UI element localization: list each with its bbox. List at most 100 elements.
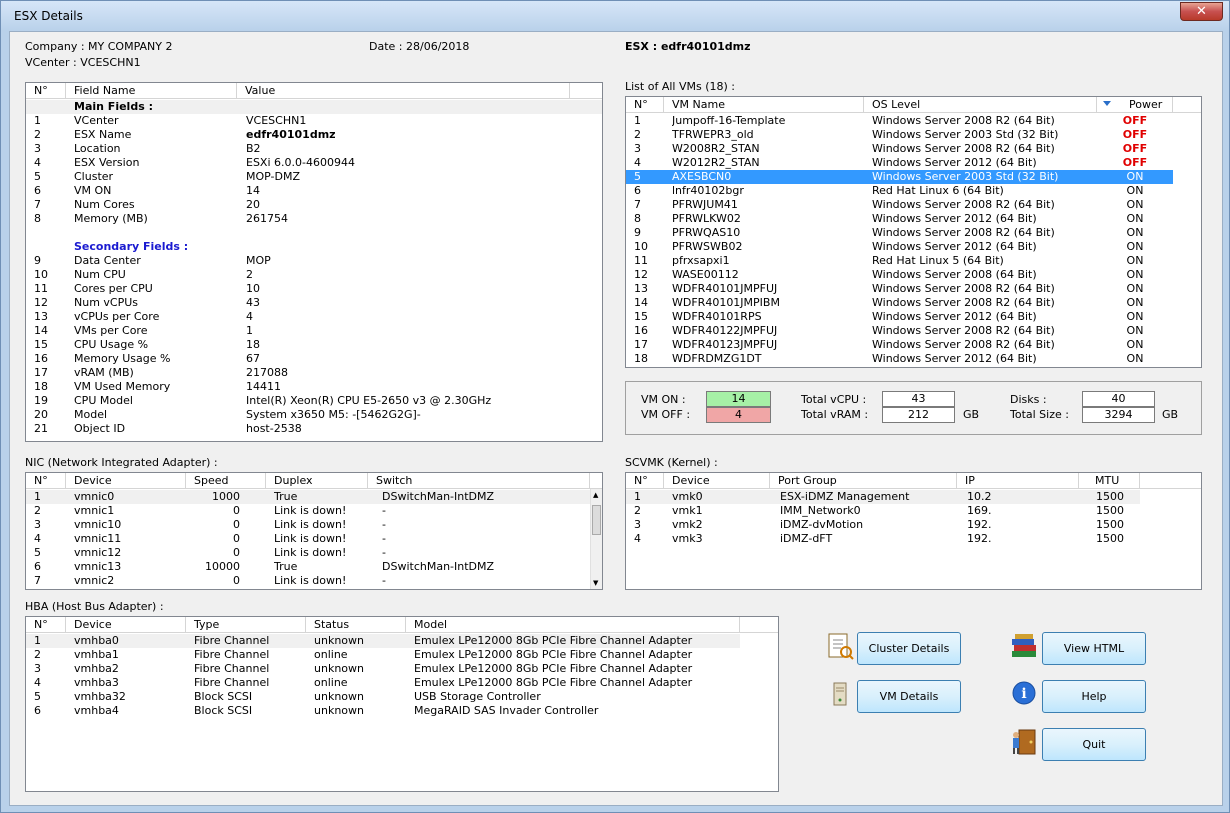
table-row[interactable]: 5 Cluster MOP-DMZ (26, 170, 602, 184)
table-row[interactable]: 2 vmk1 IMM_Network0 169. 1500 (626, 504, 1140, 518)
table-row[interactable]: 1 Jumpoff-16-Template Windows Server 2008 … (626, 114, 1173, 128)
section-header-row[interactable]: Main Fields : (26, 100, 602, 114)
cluster-details-button[interactable]: Cluster Details (857, 632, 961, 665)
table-row[interactable]: 9 PFRWQAS10 Windows Server 2008 R2 (64 Bit… (626, 226, 1173, 240)
column-header[interactable]: N° (626, 97, 664, 113)
table-row[interactable]: 7 PFRWJUM41 Windows Server 2008 R2 (64 Bit… (626, 198, 1173, 212)
close-button[interactable]: ✕ (1180, 2, 1223, 21)
column-header[interactable]: Model (406, 617, 740, 633)
column-header[interactable]: Port Group (770, 473, 957, 489)
table-row[interactable]: 13 vCPUs per Core 4 (26, 310, 602, 324)
table-row[interactable]: 6 vmhba4 Block SCSI unknown MegaRAID SAS Inv… (26, 704, 740, 718)
table-row[interactable]: 7 vmnic2 0 Link is down! - (26, 574, 590, 588)
table-row[interactable]: 5 vmhba32 Block SCSI unknown USB Storage Con… (26, 690, 740, 704)
column-header[interactable]: N° (26, 617, 66, 633)
scroll-down-icon[interactable]: ▼ (593, 579, 598, 587)
table-cell: vRAM (MB) (74, 366, 134, 379)
view-html-button[interactable]: View HTML (1042, 632, 1146, 665)
table-row[interactable]: 3 vmnic10 0 Link is down! - (26, 518, 590, 532)
column-header[interactable]: Status (306, 617, 406, 633)
table-row[interactable]: 4 vmk3 iDMZ-dFT 192. 1500 (626, 532, 1140, 546)
table-row[interactable]: 6 VM ON 14 (26, 184, 602, 198)
table-row[interactable]: 4 ESX Version ESXi 6.0.0-4600944 (26, 156, 602, 170)
table-cell: 9 (34, 254, 41, 267)
column-header[interactable]: Device (664, 473, 770, 489)
column-header[interactable]: Speed (186, 473, 266, 489)
nic-grid[interactable]: N° Device Speed Duplex Switch 1 vmnic0 100… (25, 472, 603, 590)
column-header[interactable]: Device (66, 617, 186, 633)
table-row[interactable]: 11 pfrxsapxi1 Red Hat Linux 5 (64 Bit) ON (626, 254, 1173, 268)
table-row[interactable]: 3 vmhba2 Fibre Channel unknown Emulex LPe120… (26, 662, 740, 676)
scroll-up-icon[interactable]: ▲ (593, 491, 598, 499)
vm-details-button[interactable]: VM Details (857, 680, 961, 713)
scroll-thumb[interactable] (592, 505, 601, 535)
column-header[interactable]: OS Level (864, 97, 1097, 113)
scvmk-grid[interactable]: N° Device Port Group IP MTU 1 vmk0 ESX-iDM… (625, 472, 1202, 590)
column-header[interactable]: Type (186, 617, 306, 633)
table-row[interactable]: 8 Memory (MB) 261754 (26, 212, 602, 226)
table-row[interactable]: 3 W2008R2_STAN Windows Server 2008 R2 (64 … (626, 142, 1173, 156)
column-header[interactable]: Switch (368, 473, 590, 489)
table-row[interactable]: 1 vmk0 ESX-iDMZ Management 10.2 1500 (626, 490, 1140, 504)
table-row[interactable]: 4 vmnic11 0 Link is down! - (26, 532, 590, 546)
table-row[interactable]: 12 WASE00112 Windows Server 2008 (64 Bit) O… (626, 268, 1173, 282)
table-row[interactable]: 18 VM Used Memory 14411 (26, 380, 602, 394)
column-header[interactable]: Field Name (66, 83, 237, 99)
table-row[interactable]: 10 Num CPU 2 (26, 268, 602, 282)
table-row[interactable]: 20 Model System x3650 M5: -[5462G2G]- (26, 408, 602, 422)
table-row[interactable]: 14 VMs per Core 1 (26, 324, 602, 338)
fields-grid[interactable]: N° Field Name Value Main Fields : 1 VCente… (25, 82, 603, 442)
table-row[interactable]: 1 vmnic0 1000 True DSwitchMan-IntDMZ (26, 490, 590, 504)
table-row[interactable]: 3 Location B2 (26, 142, 602, 156)
table-row[interactable]: 11 Cores per CPU 10 (26, 282, 602, 296)
column-header[interactable]: VM Name (664, 97, 864, 113)
table-row[interactable]: 7 Num Cores 20 (26, 198, 602, 212)
section-header-row[interactable]: Secondary Fields : (26, 240, 602, 254)
table-row[interactable]: 2 vmnic1 0 Link is down! - (26, 504, 590, 518)
column-header[interactable]: IP (957, 473, 1079, 489)
quit-button[interactable]: Quit (1042, 728, 1146, 761)
column-header[interactable]: MTU (1079, 473, 1140, 489)
table-row[interactable]: 15 WDFR40101RPS Windows Server 2012 (64 Bi… (626, 310, 1173, 324)
table-row[interactable]: 2 TFRWEPR3_old Windows Server 2003 Std (32… (626, 128, 1173, 142)
table-row[interactable]: 3 vmk2 iDMZ-dvMotion 192. 1500 (626, 518, 1140, 532)
table-row[interactable]: 6 lnfr40102bgr Red Hat Linux 6 (64 Bit) ON (626, 184, 1173, 198)
table-row[interactable]: 8 PFRWLKW02 Windows Server 2012 (64 Bit) ON (626, 212, 1173, 226)
column-header[interactable]: Value (237, 83, 570, 99)
table-row[interactable]: 15 CPU Usage % 18 (26, 338, 602, 352)
nic-scrollbar[interactable]: ▲ ▼ (590, 489, 602, 589)
table-row[interactable]: 17 WDFR40123JMPFUJ Windows Server 2008 R2 … (626, 338, 1173, 352)
table-row[interactable]: 10 PFRWSWB02 Windows Server 2012 (64 Bit) O… (626, 240, 1173, 254)
column-header[interactable]: Device (66, 473, 186, 489)
vm-list-grid[interactable]: N° VM Name OS Level Power 1 Jumpoff-16-Te… (625, 96, 1202, 368)
column-header[interactable]: N° (26, 473, 66, 489)
hba-grid[interactable]: N° Device Type Status Model 1 vmhba0 Fibre… (25, 616, 779, 792)
table-row[interactable]: 6 vmnic13 10000 True DSwitchMan-IntDMZ (26, 560, 590, 574)
table-row[interactable]: 2 vmhba1 Fibre Channel online Emulex LPe1200… (26, 648, 740, 662)
table-row[interactable]: 5 AXESBCN0 Windows Server 2003 Std (32 Bit… (626, 170, 1173, 184)
table-row[interactable]: 1 vmhba0 Fibre Channel unknown Emulex LPe120… (26, 634, 740, 648)
table-cell: 6 (34, 704, 41, 717)
table-row[interactable]: 16 WDFR40122JMPFUJ Windows Server 2008 R2 … (626, 324, 1173, 338)
table-cell: Fibre Channel (194, 648, 270, 661)
table-row[interactable]: 2 ESX Name edfr40101dmz (26, 128, 602, 142)
column-header[interactable]: N° (26, 83, 66, 99)
table-row[interactable]: 21 Object ID host-2538 (26, 422, 602, 436)
table-row[interactable]: 12 Num vCPUs 43 (26, 296, 602, 310)
column-header[interactable]: Power (1097, 97, 1173, 113)
table-row[interactable]: 4 W2012R2_STAN Windows Server 2012 (64 Bit… (626, 156, 1173, 170)
column-header[interactable]: Duplex (266, 473, 368, 489)
table-row[interactable]: 5 vmnic12 0 Link is down! - (26, 546, 590, 560)
table-row[interactable]: 18 WDFRDMZG1DT Windows Server 2012 (64 Bit… (626, 352, 1173, 366)
table-row[interactable]: 9 Data Center MOP (26, 254, 602, 268)
table-row[interactable]: 1 VCenter VCESCHN1 (26, 114, 602, 128)
table-row[interactable]: 17 vRAM (MB) 217088 (26, 366, 602, 380)
table-row[interactable]: 4 vmhba3 Fibre Channel online Emulex LPe1200… (26, 676, 740, 690)
table-row[interactable]: 16 Memory Usage % 67 (26, 352, 602, 366)
help-button[interactable]: Help (1042, 680, 1146, 713)
column-header[interactable]: N° (626, 473, 664, 489)
table-cell: Emulex LPe12000 8Gb PCIe Fibre Channel A… (414, 634, 693, 647)
table-row[interactable]: 14 WDFR40101JMPIBM Windows Server 2008 R2 … (626, 296, 1173, 310)
table-row[interactable]: 19 CPU Model Intel(R) Xeon(R) CPU E5-2650 … (26, 394, 602, 408)
table-row[interactable]: 13 WDFR40101JMPFUJ Windows Server 2008 R2 … (626, 282, 1173, 296)
